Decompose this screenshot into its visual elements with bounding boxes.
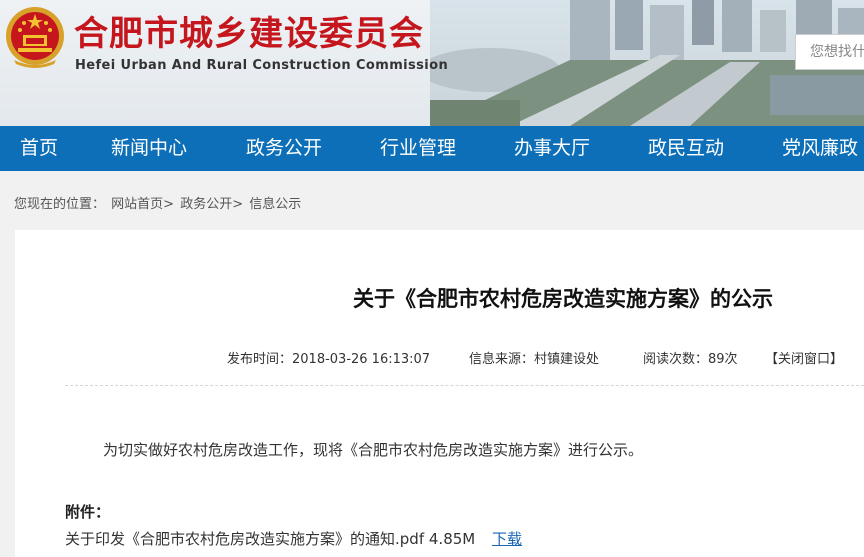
nav-item-industry-management[interactable]: 行业管理: [380, 126, 456, 171]
attachment-label: 附件：: [65, 503, 111, 521]
breadcrumb-section-link[interactable]: 政务公开>: [180, 197, 243, 212]
breadcrumb-prefix: 您现在的位置：: [14, 197, 106, 212]
attachment-size: 4.85M: [428, 530, 476, 548]
site-header: 合肥市城乡建设委员会 Hefei Urban And Rural Constru…: [0, 0, 864, 126]
publish-time: 发布时间：2018-03-26 16:13:07: [227, 352, 431, 367]
breadcrumb-home-link[interactable]: 网站首页>: [111, 197, 174, 212]
view-count: 阅读次数：89次: [643, 352, 738, 367]
article-panel: [15, 230, 864, 557]
main-nav: 首页 新闻中心 政务公开 行业管理 办事大厅 政民互动 党风廉政: [0, 126, 864, 171]
search-box: [795, 34, 864, 70]
site-title: 合肥市城乡建设委员会: [74, 14, 424, 54]
nav-item-party-integrity[interactable]: 党风廉政: [782, 126, 858, 171]
nav-item-news[interactable]: 新闻中心: [111, 126, 187, 171]
nav-item-government-affairs[interactable]: 政务公开: [246, 126, 322, 171]
breadcrumb: 您现在的位置： 网站首页> 政务公开> 信息公示: [14, 193, 303, 212]
nav-item-home[interactable]: 首页: [20, 126, 58, 171]
search-input[interactable]: [796, 35, 864, 69]
nav-item-public-interaction[interactable]: 政民互动: [648, 126, 724, 171]
national-emblem-icon: [6, 7, 64, 68]
article-title: 关于《合肥市农村危房改造实施方案》的公示: [353, 287, 773, 311]
nav-item-service-hall[interactable]: 办事大厅: [514, 126, 590, 171]
download-link[interactable]: 下载: [492, 530, 522, 548]
article-body: 为切实做好农村危房改造工作，现将《合肥市农村危房改造实施方案》进行公示。: [103, 441, 644, 459]
attachment-item: 关于印发《合肥市农村危房改造实施方案》的通知.pdf 4.85M 下载: [65, 528, 522, 549]
info-source: 信息来源：村镇建设处: [469, 352, 600, 367]
close-window-link[interactable]: 【关闭窗口】: [765, 348, 843, 367]
attachment-filename: 关于印发《合肥市农村危房改造实施方案》的通知.pdf: [65, 530, 425, 548]
site-subtitle: Hefei Urban And Rural Construction Commi…: [75, 58, 449, 73]
breadcrumb-current-link[interactable]: 信息公示: [249, 197, 301, 212]
meta-divider: [65, 385, 864, 386]
